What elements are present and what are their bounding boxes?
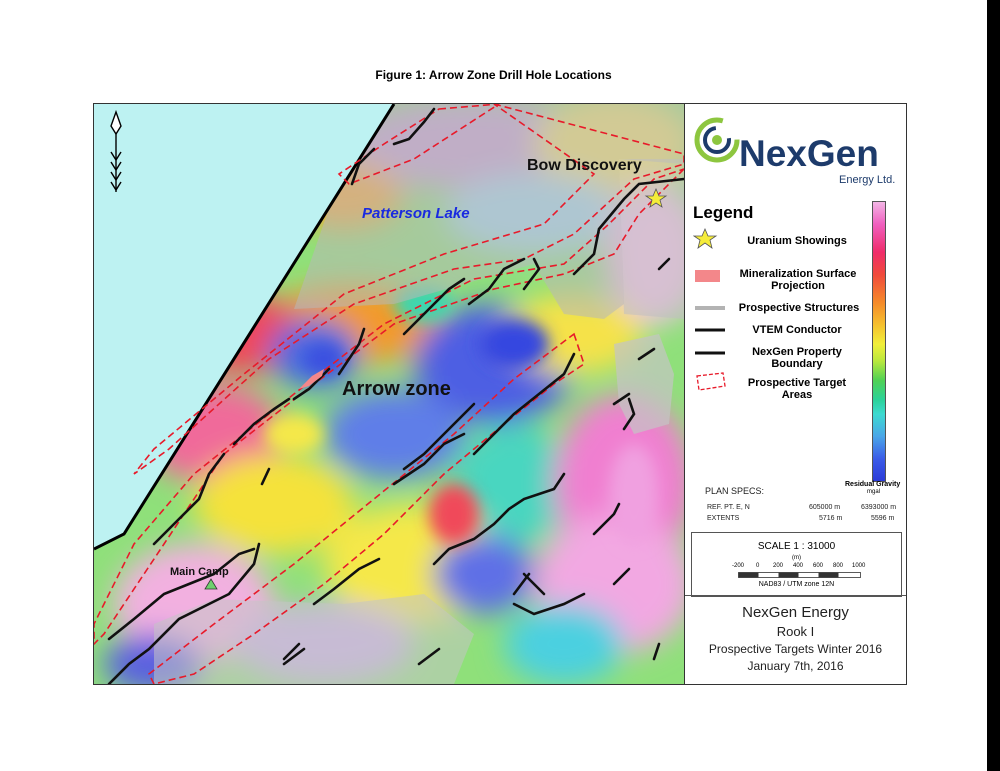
colorbar-unit: mgal	[867, 489, 881, 495]
specs-ref-e: 605000 m	[809, 504, 841, 511]
specs-extents-e: 5716 m	[819, 515, 843, 522]
legend-title: Legend	[693, 203, 754, 222]
specs-ref-n: 6393000 m	[861, 504, 897, 511]
scale-tick-6: 1000	[852, 563, 866, 569]
title-project: Rook I	[776, 624, 815, 639]
mineralization-swatch	[695, 270, 720, 282]
scale-bar	[738, 572, 861, 578]
scale-tick-4: 600	[813, 563, 824, 569]
colorbar	[872, 201, 886, 482]
legend-targets: Prospective Target Areas	[747, 377, 847, 401]
legend-boundary: NexGen Property Boundary	[752, 346, 842, 370]
scale-datum: NAD83 / UTM zone 12N	[758, 581, 835, 588]
figure-page: Figure 1: Arrow Zone Drill Hole Location…	[0, 0, 987, 771]
title-subtitle: Prospective Targets Winter 2016	[708, 642, 883, 656]
main-camp-label: Main Camp	[170, 566, 229, 578]
specs-extents-n: 5596 m	[871, 515, 895, 522]
legend-mineralization: Mineralization Surface Projection	[739, 268, 857, 292]
logo-brand: NexGen	[739, 133, 879, 174]
legend-vtem: VTEM Conductor	[752, 324, 842, 336]
specs-ref-label: REF. PT. E, N	[707, 504, 750, 511]
lake-label: Patterson Lake	[362, 205, 470, 222]
logo-subtitle: Energy Ltd.	[839, 174, 895, 186]
specs-title: PLAN SPECS:	[705, 486, 765, 496]
bow-discovery-label: Bow Discovery	[527, 157, 642, 174]
scale-tick-3: 400	[793, 563, 804, 569]
colorbar-title: Residual Gravity	[845, 481, 901, 488]
legend-symbols	[693, 228, 726, 391]
figure-title: Figure 1: Arrow Zone Drill Hole Location…	[375, 68, 612, 82]
scale-tick-0: -200	[732, 563, 745, 569]
scale-tick-5: 800	[833, 563, 844, 569]
legend-structures: Prospective Structures	[738, 302, 860, 314]
nexgen-logo: NexGen Energy Ltd.	[691, 110, 901, 190]
scale-tick-1: 0	[756, 563, 760, 569]
map-frame[interactable]: Patterson Lake Bow Discovery Arrow zone …	[93, 103, 685, 685]
title-block: NexGen Energy Rook I Prospective Targets…	[685, 596, 906, 673]
legend-panel: NexGen Energy Ltd. Legend Uranium Showin…	[684, 103, 907, 685]
scale-label: SCALE 1 : 31000	[757, 541, 836, 552]
scale-box: SCALE 1 : 31000 (m) -200 0 200 400 600 8…	[691, 532, 902, 597]
targets-swatch	[696, 372, 726, 391]
arrow-zone-label: Arrow zone	[342, 378, 451, 400]
title-date: January 7th, 2016	[747, 659, 844, 673]
specs-extents-label: EXTENTS	[707, 515, 740, 522]
scale-tick-2: 200	[773, 563, 784, 569]
title-company: NexGen Energy	[742, 604, 849, 621]
scale-unit: (m)	[792, 555, 801, 561]
star-icon	[693, 228, 718, 249]
legend-uranium: Uranium Showings	[747, 235, 847, 247]
